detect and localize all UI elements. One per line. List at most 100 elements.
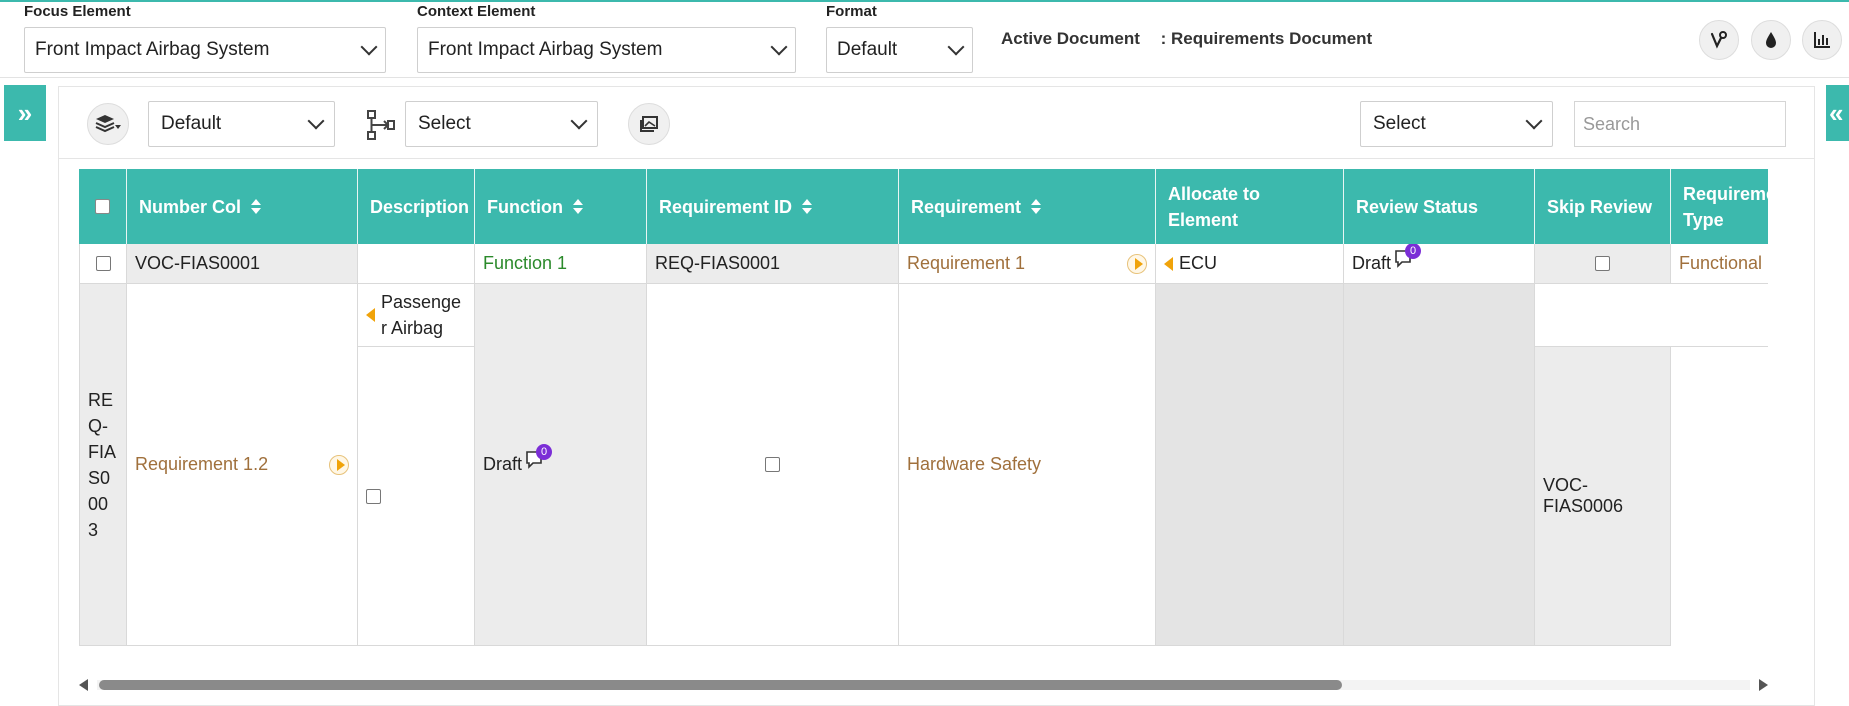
header-function[interactable]: Function	[475, 169, 647, 244]
skip-review-checkbox[interactable]	[1595, 256, 1610, 271]
row2-type-cell	[1671, 347, 1768, 646]
layers-icon-button[interactable]	[87, 103, 129, 145]
row1-function-cell: Function 1	[475, 244, 647, 284]
hierarchy-icon[interactable]	[366, 109, 396, 141]
header-description[interactable]: Description	[358, 169, 475, 244]
format-select[interactable]: Default	[826, 27, 973, 73]
row2-requirement-link[interactable]: Hardware Safety	[907, 454, 1041, 475]
drop-icon	[1766, 32, 1776, 48]
header-allocate-to-element[interactable]: Allocate to Element	[1156, 169, 1344, 244]
gallery-icon	[640, 116, 658, 132]
row2-requirement-link[interactable]: Requirement 1.2	[135, 454, 268, 475]
format-value: Default	[837, 39, 898, 60]
sort-icon[interactable]	[251, 198, 262, 215]
header-skip-review[interactable]: Skip Review	[1535, 169, 1671, 244]
scroll-left-arrow-icon[interactable]	[79, 679, 88, 691]
header-function-label: Function	[487, 196, 563, 217]
hierarchy-select-value: Select	[418, 113, 471, 134]
comment-icon[interactable]: 0	[1393, 244, 1422, 269]
row2-checkbox[interactable]	[366, 488, 381, 504]
chevron-down-icon	[570, 112, 588, 130]
row2-function-cell: Draft 0	[475, 284, 647, 646]
row1-allocate: ECU	[1179, 253, 1218, 273]
row2-description: Passenger Airbag	[381, 292, 462, 338]
bar-chart-icon	[1814, 32, 1830, 48]
row2-skip-top-cell	[1535, 284, 1768, 347]
context-element-label: Context Element	[417, 3, 536, 20]
active-document-value: : Requirements Document	[1160, 29, 1373, 48]
row2-skip-cell: VOC-FIAS0006	[1535, 347, 1671, 646]
expand-right-panel-button[interactable]: «	[1826, 85, 1849, 141]
table-row-checkbox-cell	[79, 244, 127, 284]
row2-description-cell: Passenger Airbag	[358, 284, 475, 347]
header-requirement-id[interactable]: Requirement ID	[647, 169, 899, 244]
row2-review-cell	[1344, 284, 1535, 646]
row2-checkbox-2[interactable]	[765, 457, 780, 472]
row1-description-cell[interactable]	[358, 244, 475, 284]
expand-left-panel-button[interactable]: »	[4, 85, 46, 141]
row-checkbox[interactable]	[95, 256, 111, 271]
header-review-status[interactable]: Review Status	[1344, 169, 1535, 244]
chevron-down-icon	[1525, 112, 1543, 130]
header-allocate-label: Allocate to Element	[1168, 183, 1261, 230]
double-chevron-right-icon: »	[17, 97, 33, 128]
horizontal-scrollbar[interactable]	[79, 677, 1768, 693]
sort-icon[interactable]	[1031, 198, 1042, 215]
header-number-col[interactable]: Number Col	[127, 169, 358, 244]
grid-toolbar: Default Select Select	[59, 87, 1814, 159]
expand-right-icon[interactable]	[329, 454, 349, 475]
row1-requirement-cell: Requirement 1	[899, 244, 1156, 284]
comment-icon[interactable]: 0	[524, 443, 553, 470]
chevron-down-icon	[770, 38, 788, 56]
row1-allocate-cell: ECU	[1156, 244, 1344, 284]
view-select-value: Default	[161, 113, 222, 134]
expand-right-icon[interactable]	[1127, 253, 1147, 274]
active-document-label: Active Document	[1001, 29, 1140, 48]
header-number-col-label: Number Col	[139, 196, 242, 217]
gallery-icon-button[interactable]	[628, 103, 670, 145]
header-requirement-label: Requirement	[911, 196, 1022, 217]
active-document: Active Document : Requirements Document	[1001, 29, 1372, 49]
chevron-down-icon	[360, 38, 378, 56]
context-element-select[interactable]: Front Impact Airbag System	[417, 27, 796, 73]
filter-select[interactable]: Select	[1360, 101, 1553, 147]
hierarchy-select[interactable]: Select	[405, 101, 598, 147]
format-label: Format	[826, 3, 877, 20]
vine-icon	[1710, 31, 1727, 49]
select-all-header	[79, 169, 127, 244]
bar-chart-icon-button[interactable]	[1802, 20, 1842, 60]
view-select[interactable]: Default	[148, 101, 335, 147]
comment-count-badge: 0	[1405, 244, 1422, 259]
double-chevron-left-icon: «	[1829, 97, 1844, 128]
focus-element-select[interactable]: Front Impact Airbag System	[24, 27, 386, 73]
row2-id: REQ-FIAS0003	[88, 389, 117, 540]
select-all-checkbox[interactable]	[95, 199, 110, 214]
row1-function-link[interactable]: Function 1	[483, 253, 567, 274]
grid-header-row: Number Col Description Function Requirem…	[79, 169, 1768, 244]
row1-requirement-type[interactable]: Functional	[1679, 253, 1762, 274]
header-requirement-type[interactable]: Requirement Type	[1671, 169, 1768, 244]
top-bar: Focus Element Front Impact Airbag System…	[0, 0, 1849, 78]
row1-requirement-link[interactable]: Requirement 1	[907, 253, 1025, 274]
main-panel: Default Select Select Search Number Col …	[58, 86, 1815, 706]
row1-review-cell: Draft 0	[1344, 244, 1535, 284]
row1-skip-cell	[1535, 244, 1671, 284]
header-requirement[interactable]: Requirement	[899, 169, 1156, 244]
row2-description-checkbox-cell	[358, 347, 475, 646]
focus-element-label: Focus Element	[24, 3, 131, 20]
row1-type-cell: Functional	[1671, 244, 1768, 284]
arrow-left-icon[interactable]	[366, 308, 375, 322]
row2-allocate-cell	[1156, 284, 1344, 646]
scroll-right-arrow-icon[interactable]	[1759, 679, 1768, 691]
comment-count-badge: 0	[536, 443, 553, 460]
header-description-label: Description	[370, 196, 470, 217]
sort-icon[interactable]	[802, 198, 813, 215]
drop-icon-button[interactable]	[1751, 20, 1791, 60]
row1-number-cell: VOC-FIAS0001	[127, 244, 358, 284]
vine-icon-button[interactable]	[1699, 20, 1739, 60]
row1-review-status: Draft	[1352, 253, 1392, 273]
scroll-thumb[interactable]	[99, 680, 1342, 690]
arrow-left-icon[interactable]	[1164, 256, 1173, 271]
search-input[interactable]	[1574, 101, 1786, 147]
sort-icon[interactable]	[572, 198, 583, 215]
